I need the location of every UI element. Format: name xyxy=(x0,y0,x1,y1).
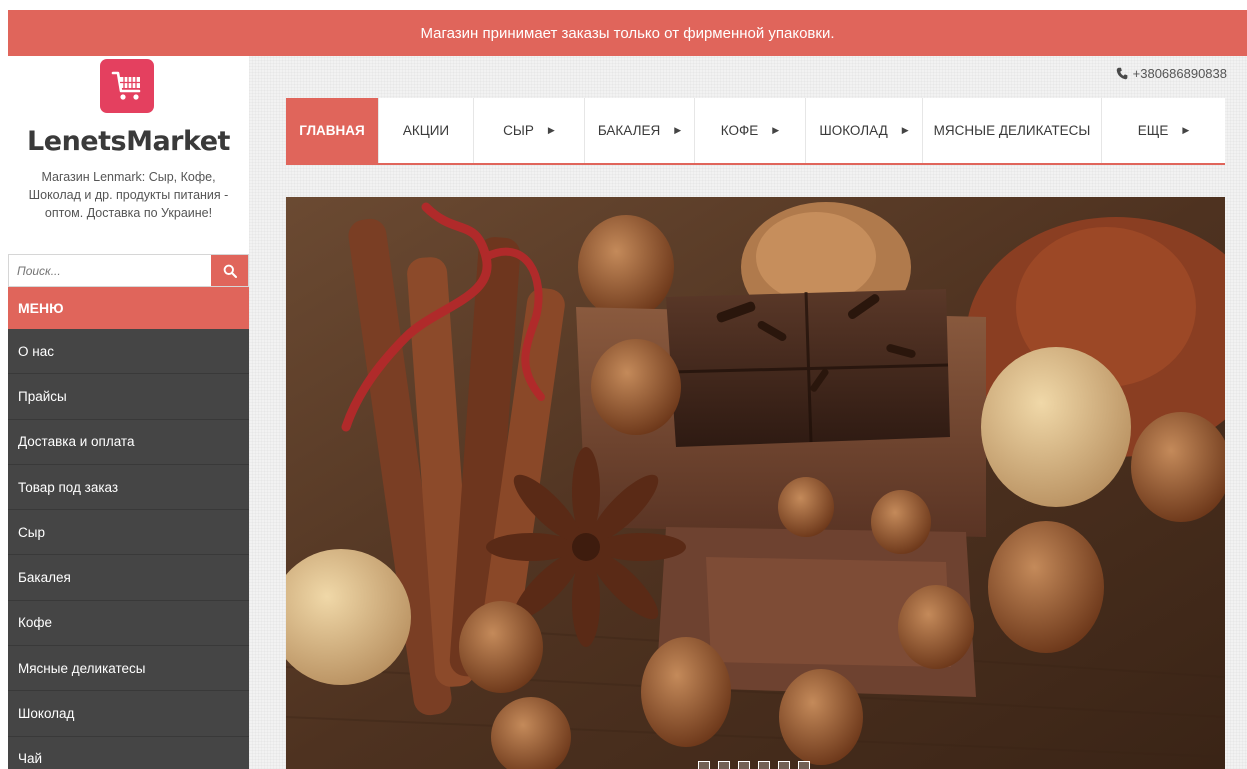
top-banner: Магазин принимает заказы только от фирме… xyxy=(8,10,1247,56)
nav-item-home[interactable]: ГЛАВНАЯ xyxy=(286,98,379,163)
sidebar-item-coffee[interactable]: Кофе xyxy=(8,601,249,647)
nav-item-promotions[interactable]: АКЦИИ xyxy=(379,98,474,163)
sidebar-item-label: Шоколад xyxy=(18,706,75,722)
sidebar-item-delivery[interactable]: Доставка и оплата xyxy=(8,420,249,465)
sidebar-item-label: Товар под заказ xyxy=(18,479,119,495)
menu-header: МЕНЮ xyxy=(8,287,249,329)
banner-text: Магазин принимает заказы только от фирме… xyxy=(420,24,835,42)
chevron-right-icon: ▶ xyxy=(772,125,780,135)
slider-dot[interactable] xyxy=(718,761,730,769)
nav-item-cheese[interactable]: СЫР ▶ xyxy=(474,98,585,163)
nav-item-chocolate[interactable]: ШОКОЛАД ▶ xyxy=(806,98,923,163)
hero-image xyxy=(286,197,1225,769)
nav-item-label: МЯСНЫЕ ДЕЛИКАТЕСЫ xyxy=(933,123,1091,138)
phone-icon xyxy=(1116,67,1128,80)
sidebar-item-about[interactable]: О нас xyxy=(8,329,249,375)
search-input[interactable] xyxy=(9,255,211,286)
sidebar-item-label: О нас xyxy=(18,343,54,359)
sidebar-item-cheese[interactable]: Сыр xyxy=(8,510,249,556)
sidebar-item-label: Мясные деликатесы xyxy=(18,660,146,676)
chevron-right-icon: ▶ xyxy=(547,125,555,135)
nav-item-label: ШОКОЛАД xyxy=(819,123,888,138)
search-button[interactable] xyxy=(211,255,248,286)
sidebar-item-meat[interactable]: Мясные деликатесы xyxy=(8,646,249,692)
slider-dot[interactable] xyxy=(698,761,710,769)
nav-item-label: БАКАЛЕЯ xyxy=(597,123,661,138)
nav-item-label: КОФЕ xyxy=(720,123,759,138)
sidebar-item-label: Кофе xyxy=(18,615,52,631)
slider-dot[interactable] xyxy=(778,761,790,769)
sidebar-item-prices[interactable]: Прайсы xyxy=(8,374,249,420)
sidebar-item-grocery[interactable]: Бакалея xyxy=(8,555,249,601)
hero-slider[interactable] xyxy=(286,197,1225,769)
nav-item-label: ГЛАВНАЯ xyxy=(299,123,365,138)
chevron-right-icon: ▶ xyxy=(901,125,909,135)
nav-item-more[interactable]: ЕЩЕ ▶ xyxy=(1102,98,1225,163)
search-icon xyxy=(223,264,237,278)
cart-icon[interactable] xyxy=(100,59,154,113)
logo-area: LenetsMarket Магазин Lenmark: Сыр, Кофе,… xyxy=(8,56,249,254)
sidebar-item-tea[interactable]: Чай xyxy=(8,737,249,769)
nav-item-label: СЫР xyxy=(503,123,534,138)
slider-dot[interactable] xyxy=(798,761,810,769)
sidebar-item-label: Сыр xyxy=(18,524,45,540)
chevron-right-icon: ▶ xyxy=(674,125,682,135)
sidebar-menu: О нас Прайсы Доставка и оплата Товар под… xyxy=(8,329,249,769)
left-sidebar: LenetsMarket Магазин Lenmark: Сыр, Кофе,… xyxy=(8,56,249,769)
phone-number: +380686890838 xyxy=(1132,66,1227,81)
main-nav: ГЛАВНАЯ АКЦИИ СЫР ▶ БАКАЛЕЯ ▶ КОФЕ ▶ ШОК… xyxy=(286,98,1225,165)
sidebar-item-chocolate[interactable]: Шоколад xyxy=(8,691,249,737)
slider-dots xyxy=(698,761,810,769)
phone-contact[interactable]: +380686890838 xyxy=(1116,66,1227,81)
nav-item-meat[interactable]: МЯСНЫЕ ДЕЛИКАТЕСЫ xyxy=(923,98,1102,163)
sidebar-item-label: Доставка и оплата xyxy=(18,434,135,450)
chevron-right-icon: ▶ xyxy=(1182,125,1190,135)
slider-dot[interactable] xyxy=(758,761,770,769)
logo-text[interactable]: LenetsMarket xyxy=(8,126,249,157)
nav-item-grocery[interactable]: БАКАЛЕЯ ▶ xyxy=(585,98,695,163)
nav-item-coffee[interactable]: КОФЕ ▶ xyxy=(695,98,806,163)
sidebar-item-preorder[interactable]: Товар под заказ xyxy=(8,465,249,511)
slider-dot[interactable] xyxy=(738,761,750,769)
menu-header-label: МЕНЮ xyxy=(18,300,64,316)
sidebar-item-label: Чай xyxy=(18,751,43,767)
nav-item-label: АКЦИИ xyxy=(402,123,450,138)
logo-description: Магазин Lenmark: Сыр, Кофе, Шоколад и др… xyxy=(28,170,229,220)
sidebar-item-label: Прайсы xyxy=(18,388,67,404)
nav-item-label: ЕЩЕ xyxy=(1137,123,1169,138)
sidebar-item-label: Бакалея xyxy=(18,570,71,586)
main-content: +380686890838 ГЛАВНАЯ АКЦИИ СЫР ▶ БАКАЛЕ… xyxy=(249,56,1247,769)
search-bar xyxy=(8,254,249,287)
